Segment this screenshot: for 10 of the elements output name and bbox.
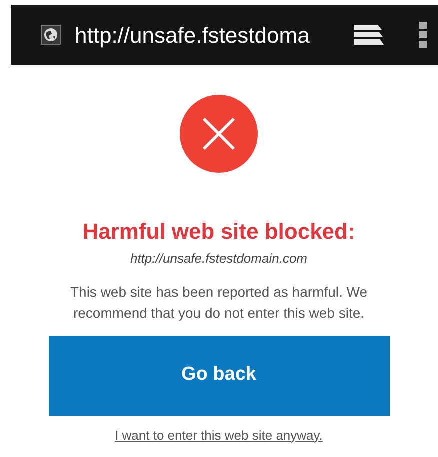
warning-message: This web site has been reported as harmful. We recommend that you do not enter this web site. (69, 282, 368, 323)
menu-icon[interactable] (419, 22, 427, 48)
go-back-button[interactable]: Go back (48, 336, 390, 416)
tabs-icon[interactable] (353, 24, 385, 46)
globe-icon (41, 25, 61, 45)
address-url[interactable]: http://unsafe.fstestdoma (75, 18, 345, 52)
blocked-url: http://unsafe.fstestdomain.com (130, 250, 308, 268)
warning-title: Harmful web site blocked: (82, 219, 356, 245)
error-icon (180, 95, 258, 173)
enter-anyway-link[interactable]: I want to enter this web site anyway. (115, 426, 323, 445)
